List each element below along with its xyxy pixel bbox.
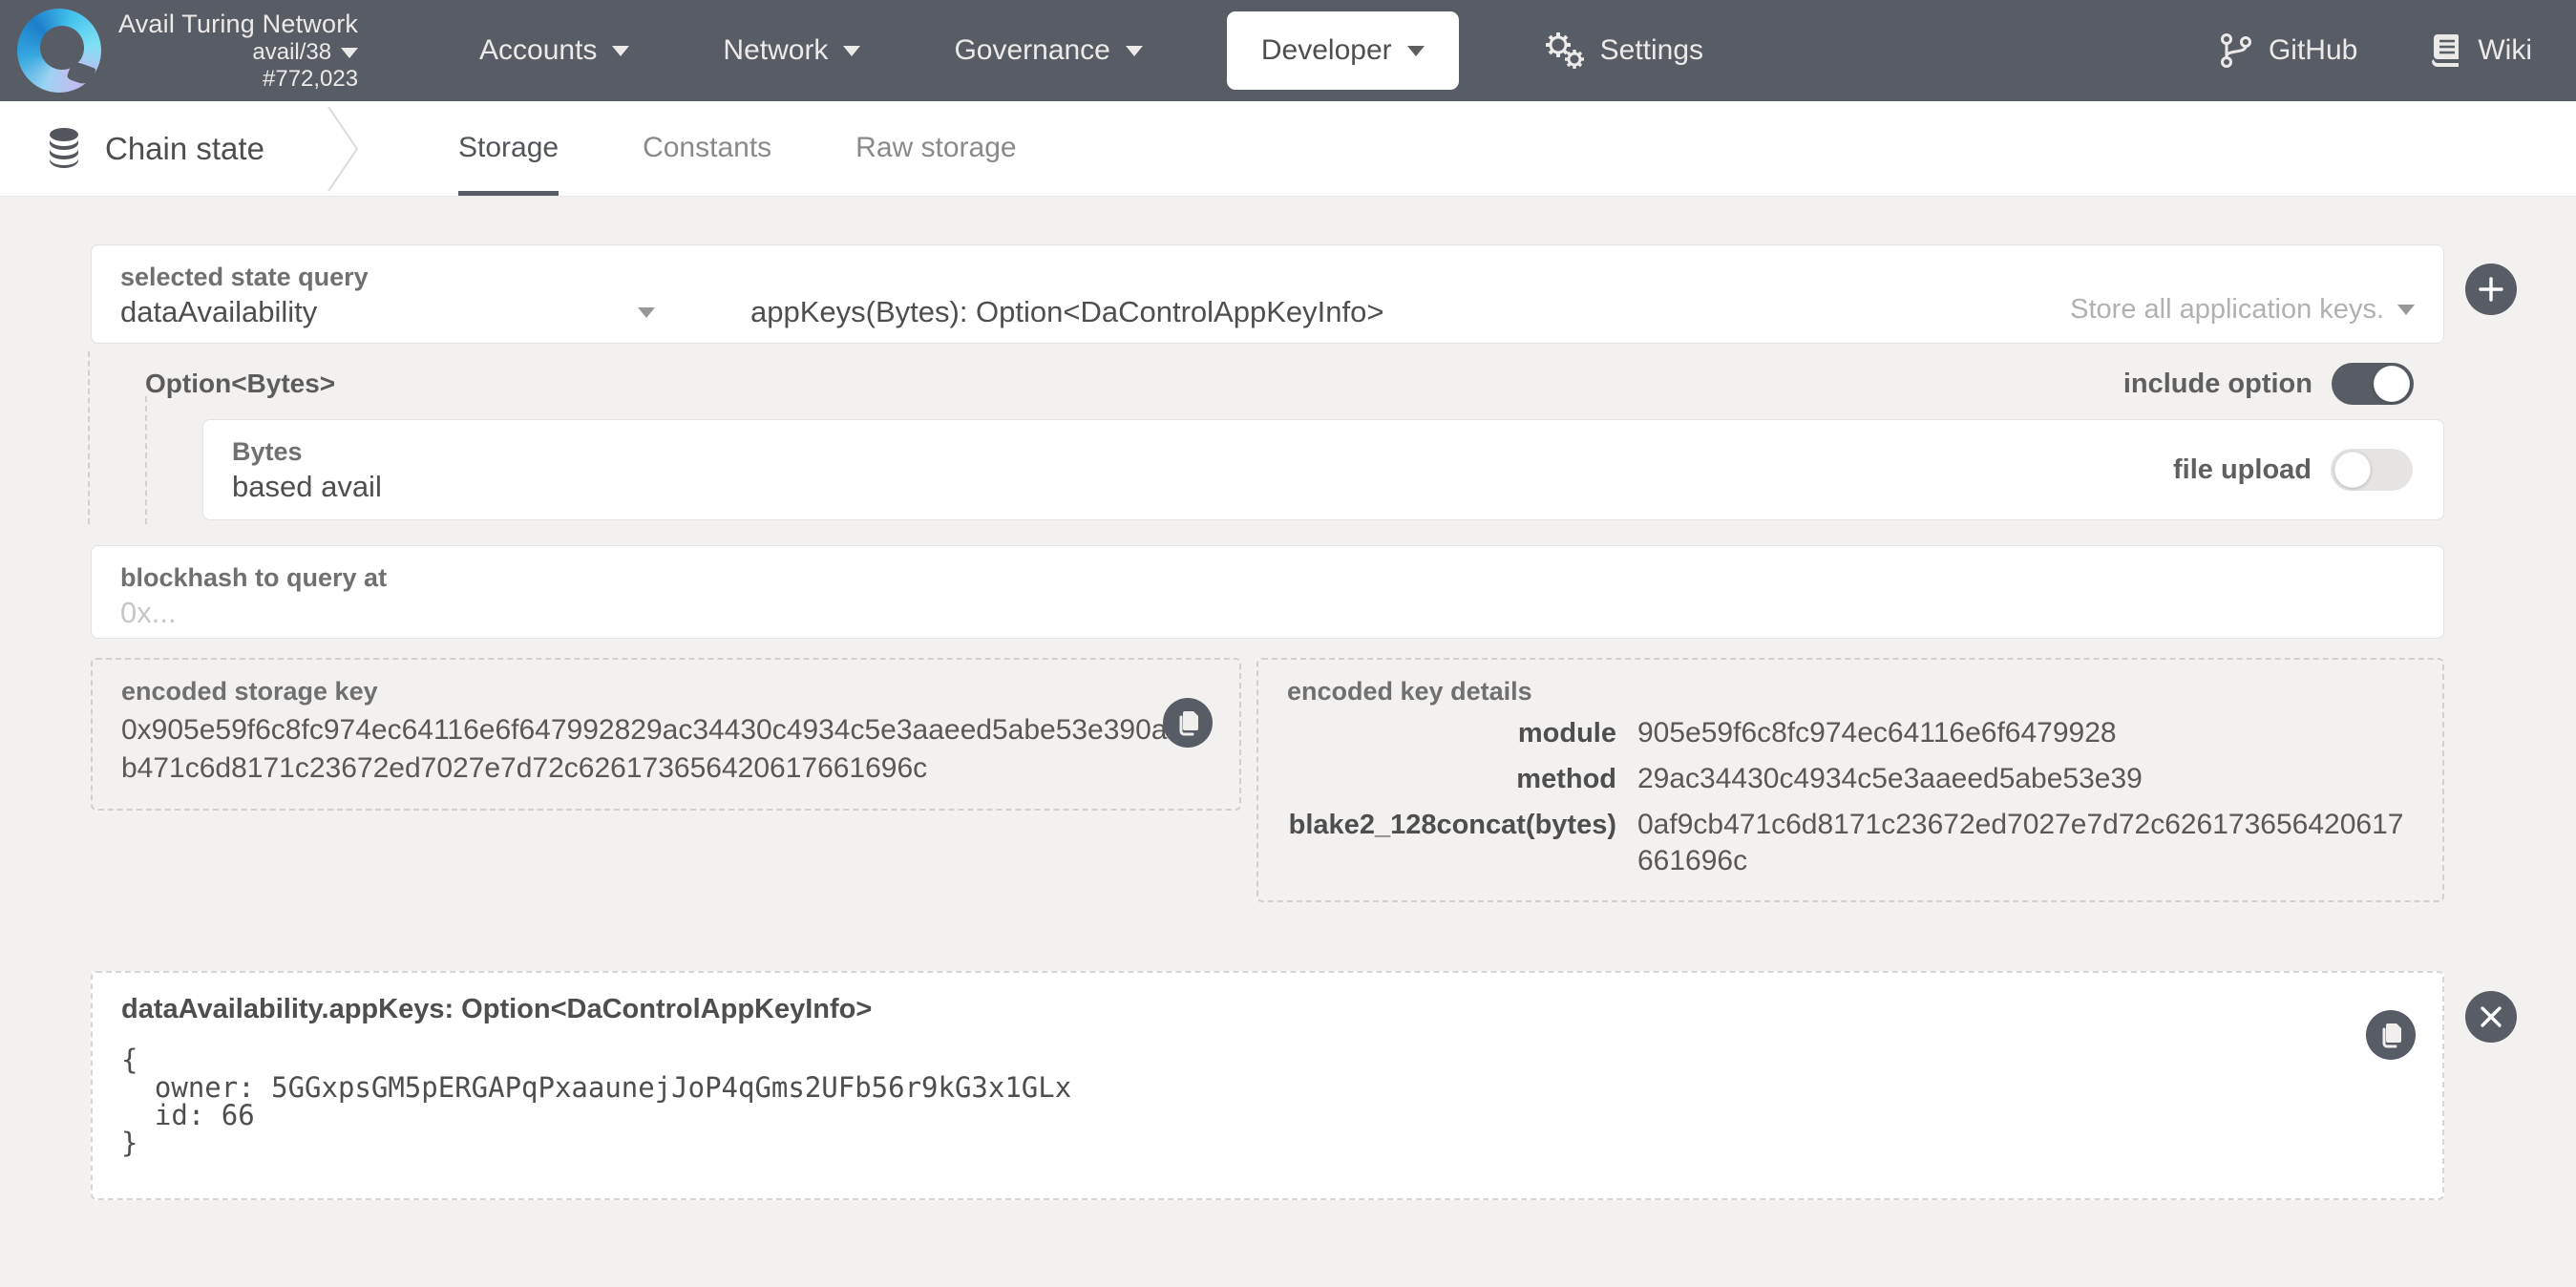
- result-title: dataAvailability.appKeys: Option<DaContr…: [121, 994, 2414, 1025]
- chevron-down-icon: [341, 48, 358, 58]
- bytes-label: Bytes: [232, 435, 2173, 468]
- encoded-key-details-box: encoded key details module 905e59f6c8fc9…: [1256, 658, 2444, 902]
- tab-constants[interactable]: Constants: [643, 101, 771, 196]
- include-option-toggle[interactable]: [2332, 363, 2414, 405]
- detail-key: module: [1287, 715, 1616, 751]
- menu-item-governance[interactable]: Governance: [954, 34, 1142, 67]
- avail-logo-icon: [17, 9, 101, 93]
- menu-item-network[interactable]: Network: [723, 34, 860, 67]
- file-upload-toggle[interactable]: [2331, 449, 2413, 491]
- chevron-down-icon: [2397, 305, 2415, 315]
- chevron-down-icon: [843, 46, 860, 56]
- tab-storage[interactable]: Storage: [458, 101, 559, 196]
- detail-key: blake2_128concat(bytes): [1287, 807, 1616, 879]
- query-hint-text: Store all application keys.: [2070, 294, 2384, 326]
- tab-raw-storage[interactable]: Raw storage: [855, 101, 1016, 196]
- top-nav: Avail Turing Network avail/38 #772,023 A…: [0, 0, 2576, 101]
- chevron-divider: [321, 105, 370, 193]
- detail-value: 0af9cb471c6d8171c23672ed7027e7d72c626173…: [1637, 807, 2414, 879]
- query-hint-select[interactable]: Store all application keys.: [2070, 293, 2415, 326]
- chevron-down-icon: [638, 307, 655, 318]
- chevron-down-icon: [1126, 46, 1143, 56]
- network-title: Avail Turing Network: [118, 9, 358, 39]
- book-icon: [2430, 32, 2462, 69]
- nesting-guide: [145, 396, 147, 524]
- encoded-storage-key-value: 0x905e59f6c8fc974ec64116e6f647992829ac34…: [121, 711, 1211, 788]
- gear-icon: [1543, 32, 1585, 70]
- close-icon: [2479, 1004, 2503, 1029]
- external-links: GitHub Wiki: [2219, 32, 2532, 69]
- block-number: #772,023: [263, 66, 358, 93]
- detail-value: 905e59f6c8fc974ec64116e6f6479928: [1637, 715, 2414, 751]
- blockhash-input[interactable]: [120, 594, 2415, 632]
- chevron-down-icon: [612, 46, 629, 56]
- option-type-label: Option<Bytes>: [145, 369, 335, 399]
- database-icon: [44, 127, 84, 171]
- file-upload-label: file upload: [2173, 449, 2312, 491]
- toggle-knob: [2334, 452, 2371, 488]
- bytes-param-box: Bytes file upload: [202, 419, 2444, 520]
- menu-item-accounts[interactable]: Accounts: [479, 34, 629, 67]
- github-link[interactable]: GitHub: [2219, 32, 2357, 69]
- plus-icon: [2478, 276, 2504, 303]
- blockhash-box: blockhash to query at: [91, 545, 2444, 639]
- bytes-input[interactable]: [232, 468, 2173, 506]
- network-brand[interactable]: Avail Turing Network avail/38 #772,023: [17, 9, 418, 93]
- close-result-button[interactable]: [2465, 991, 2517, 1043]
- include-option-label: include option: [2123, 369, 2312, 400]
- query-label: selected state query: [120, 261, 655, 293]
- copy-icon: [2377, 1021, 2404, 1049]
- main-menu: Accounts Network Governance Developer: [479, 11, 1703, 90]
- encoded-storage-key-box: encoded storage key 0x905e59f6c8fc974ec6…: [91, 658, 1241, 811]
- option-param-section: Option<Bytes> include option Bytes file …: [91, 344, 2444, 530]
- detail-value: 29ac34430c4934c5e3aaeed5abe53e39: [1637, 761, 2414, 797]
- copy-icon: [1174, 708, 1201, 737]
- detail-key: method: [1287, 761, 1616, 797]
- copy-result-button[interactable]: [2366, 1010, 2416, 1060]
- sub-nav: Chain state Storage Constants Raw storag…: [0, 101, 2576, 197]
- network-version: avail/38: [252, 39, 331, 66]
- menu-item-developer-active[interactable]: Developer: [1227, 11, 1459, 90]
- page-title: Chain state: [105, 131, 264, 167]
- result-output: { owner: 5GGxpsGM5pERGAPqPxaaunejJoP4qGm…: [121, 1046, 2414, 1157]
- method-select[interactable]: appKeys(Bytes): Option<DaControlAppKeyIn…: [750, 293, 1383, 326]
- key-detail-row: method 29ac34430c4934c5e3aaeed5abe53e39: [1287, 761, 2414, 797]
- network-version-selector[interactable]: avail/38: [252, 39, 358, 66]
- key-detail-row: blake2_128concat(bytes) 0af9cb471c6d8171…: [1287, 807, 2414, 879]
- key-detail-row: module 905e59f6c8fc974ec64116e6f6479928: [1287, 715, 2414, 751]
- selected-state-query-box: selected state query dataAvailability ap…: [91, 244, 2444, 344]
- tab-bar: Storage Constants Raw storage: [458, 101, 1017, 196]
- encoded-key-details-label: encoded key details: [1287, 675, 2414, 707]
- encoded-storage-key-label: encoded storage key: [121, 675, 1211, 707]
- git-branch-icon: [2219, 32, 2253, 69]
- query-result-section: dataAvailability.appKeys: Option<DaContr…: [91, 971, 2444, 1200]
- query-result-box: dataAvailability.appKeys: Option<DaContr…: [91, 971, 2444, 1200]
- section-head: Chain state: [44, 101, 321, 196]
- blockhash-label: blockhash to query at: [120, 561, 2415, 594]
- wiki-link[interactable]: Wiki: [2430, 32, 2532, 69]
- menu-item-settings[interactable]: Settings: [1543, 32, 1703, 70]
- copy-storage-key-button[interactable]: [1163, 698, 1213, 748]
- nesting-guide: [88, 351, 90, 524]
- pallet-value: dataAvailability: [120, 293, 317, 331]
- content: selected state query dataAvailability ap…: [0, 197, 2576, 1200]
- pallet-select[interactable]: dataAvailability: [120, 293, 655, 331]
- chevron-down-icon: [1407, 46, 1425, 56]
- add-query-button[interactable]: [2465, 264, 2517, 315]
- toggle-knob: [2374, 366, 2410, 402]
